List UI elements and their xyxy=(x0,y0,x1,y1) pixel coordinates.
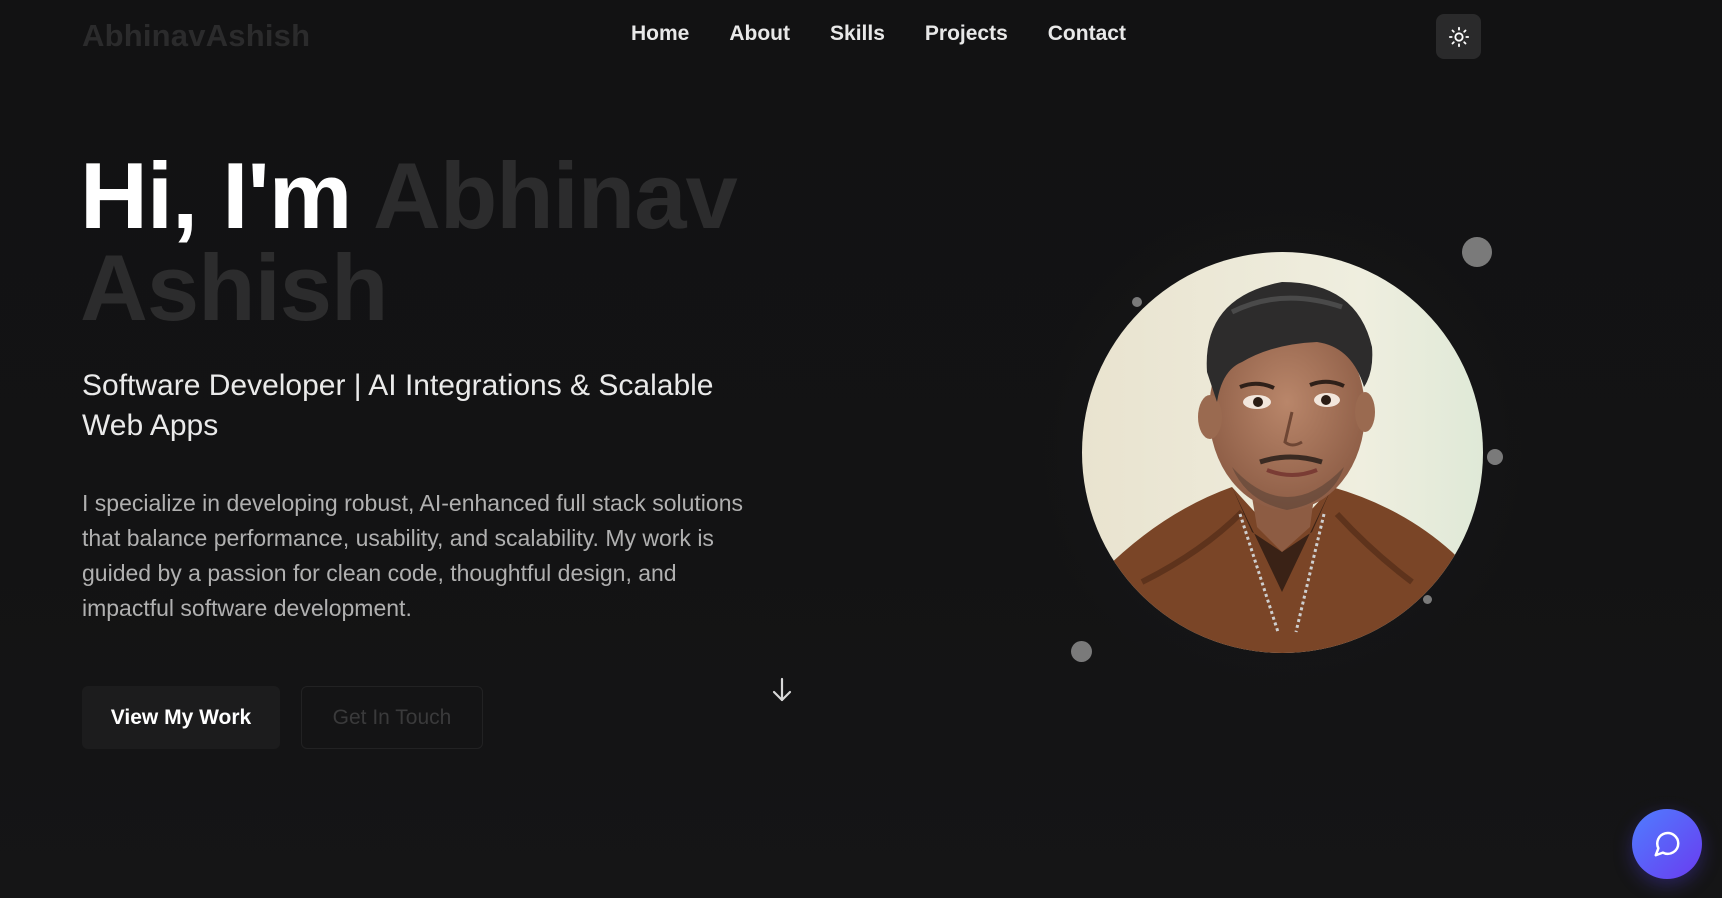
nav-contact[interactable]: Contact xyxy=(1048,22,1126,46)
chat-button[interactable] xyxy=(1632,809,1702,879)
view-my-work-button[interactable]: View My Work xyxy=(82,686,280,749)
get-in-touch-button[interactable]: Get In Touch xyxy=(301,686,483,749)
arrow-down-icon[interactable] xyxy=(770,676,794,704)
nav-about[interactable]: About xyxy=(729,22,790,46)
decorative-dot xyxy=(1487,449,1503,465)
decorative-dot xyxy=(1132,297,1142,307)
hero-greeting: Hi, I'm xyxy=(80,143,352,248)
decorative-dot xyxy=(1071,641,1092,662)
theme-toggle-button[interactable] xyxy=(1436,14,1481,59)
decorative-dot xyxy=(1423,595,1432,604)
nav-projects[interactable]: Projects xyxy=(925,22,1008,46)
hero-name-first: Abhinav xyxy=(372,143,738,248)
nav-skills[interactable]: Skills xyxy=(830,22,885,46)
profile-photo-illustration xyxy=(1082,252,1483,653)
profile-photo xyxy=(1082,252,1483,653)
page: AbhinavAshish Home About Skills Projects… xyxy=(0,0,1722,898)
hero-description: I specialize in developing robust, AI-en… xyxy=(82,490,744,621)
hero-name-last: Ashish xyxy=(80,235,388,340)
sun-icon xyxy=(1448,26,1469,47)
main-nav: Home About Skills Projects Contact xyxy=(631,22,1126,46)
site-logo[interactable]: AbhinavAshish xyxy=(82,18,310,54)
hero-headline: Hi, I'm Abhinav Ashish xyxy=(80,149,840,335)
nav-home[interactable]: Home xyxy=(631,22,689,46)
chat-bubble-icon xyxy=(1654,831,1680,857)
hero-subtitle: Software Developer | AI Integrations & S… xyxy=(82,369,714,442)
decorative-dot xyxy=(1462,237,1492,267)
